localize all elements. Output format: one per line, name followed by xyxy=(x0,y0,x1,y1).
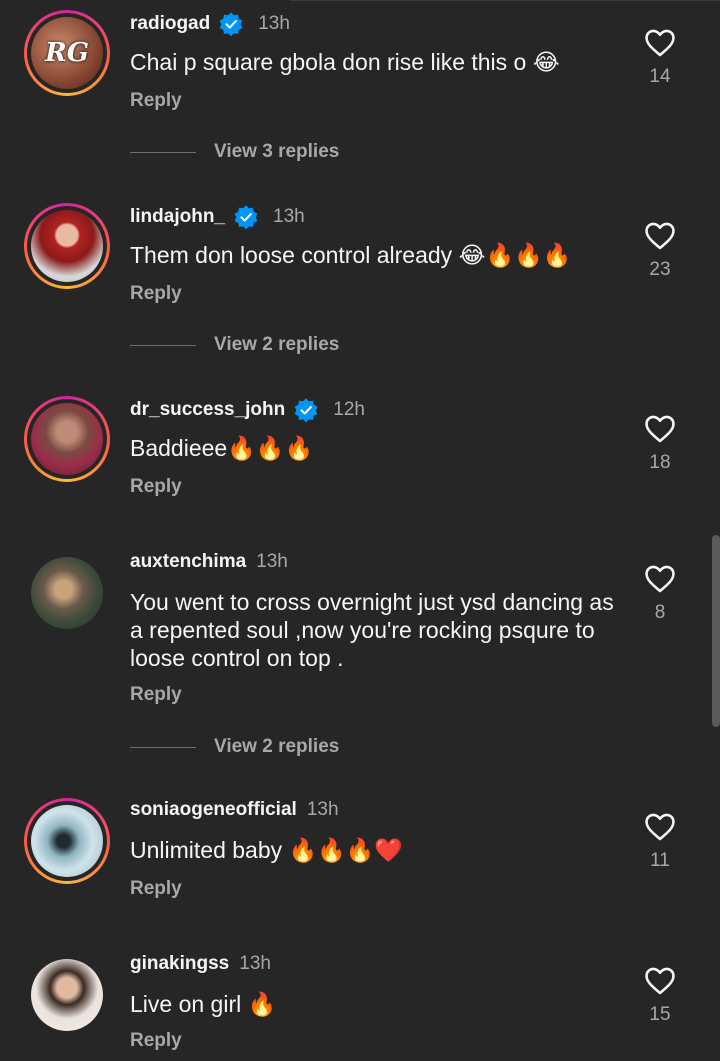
heart-outline-icon[interactable] xyxy=(643,26,677,60)
comment-text: Unlimited baby 🔥🔥🔥❤️ xyxy=(130,837,404,863)
like-count: 18 xyxy=(649,452,671,473)
comment-text: Chai p square gbola don rise like this o… xyxy=(130,49,560,75)
like-count: 14 xyxy=(649,66,671,87)
replies-divider xyxy=(130,746,196,748)
like-button[interactable]: 14 xyxy=(636,26,684,88)
avatar-ginakingss[interactable] xyxy=(24,952,110,1038)
comment-time: 12h xyxy=(333,399,365,420)
reply-button[interactable]: Reply xyxy=(130,283,182,305)
replies-divider xyxy=(130,344,196,346)
view-replies-label: View 2 replies xyxy=(214,736,340,757)
like-button[interactable]: 23 xyxy=(636,219,684,281)
heart-outline-icon[interactable] xyxy=(643,964,677,998)
avatar-radiogad[interactable]: RG xyxy=(24,10,110,96)
verified-badge-icon xyxy=(234,205,258,230)
username[interactable]: auxtenchima xyxy=(130,551,246,573)
like-button[interactable]: 15 xyxy=(636,964,684,1026)
scrollbar-thumb[interactable] xyxy=(712,535,720,727)
like-button[interactable]: 8 xyxy=(636,562,684,624)
avatar-dr-success-john[interactable] xyxy=(24,396,110,482)
like-button[interactable]: 18 xyxy=(636,412,684,474)
comment-time: 13h xyxy=(306,799,339,820)
reply-button[interactable]: Reply xyxy=(130,476,182,498)
like-button[interactable]: 11 xyxy=(636,810,684,872)
comment-text: You went to cross overnight just ysd dan… xyxy=(130,589,614,671)
comment-time: 13h xyxy=(273,206,305,227)
avatar-logo-text: RG xyxy=(45,38,89,68)
heart-outline-icon[interactable] xyxy=(643,219,677,253)
comment-text: Baddieee🔥🔥🔥 xyxy=(130,435,314,461)
reply-button[interactable]: Reply xyxy=(130,878,182,900)
like-count: 8 xyxy=(654,602,666,623)
avatar-auxtenchima[interactable] xyxy=(24,550,110,636)
username[interactable]: dr_success_john xyxy=(130,399,285,421)
username[interactable]: lindajohn_ xyxy=(130,206,225,228)
view-replies-button[interactable]: View 3 replies xyxy=(130,141,339,163)
view-replies-label: View 2 replies xyxy=(214,334,340,355)
view-replies-label: View 3 replies xyxy=(214,141,340,162)
avatar-soniaogeneofficial[interactable] xyxy=(24,798,110,884)
reply-button[interactable]: Reply xyxy=(130,90,182,112)
view-replies-button[interactable]: View 2 replies xyxy=(130,334,339,356)
heart-outline-icon[interactable] xyxy=(643,562,677,596)
comment-time: 13h xyxy=(256,551,288,572)
reply-button[interactable]: Reply xyxy=(130,684,182,706)
view-replies-button[interactable]: View 2 replies xyxy=(130,736,339,758)
username[interactable]: soniaogeneofficial xyxy=(130,799,297,821)
comment-text: Live on girl 🔥 xyxy=(130,991,277,1017)
like-count: 23 xyxy=(649,259,671,280)
verified-badge-icon xyxy=(219,12,243,37)
comment-time: 13h xyxy=(239,953,271,974)
comment-time: 13h xyxy=(258,13,290,34)
replies-divider xyxy=(130,151,196,153)
heart-outline-icon[interactable] xyxy=(643,810,677,844)
reply-button[interactable]: Reply xyxy=(130,1030,182,1052)
username[interactable]: ginakingss xyxy=(130,953,229,975)
verified-badge-icon xyxy=(294,398,318,423)
heart-outline-icon[interactable] xyxy=(643,412,677,446)
top-divider xyxy=(290,0,720,1)
comment-text: Them don loose control already 😂🔥🔥🔥 xyxy=(130,242,572,268)
like-count: 11 xyxy=(650,850,670,871)
avatar-lindajohn[interactable] xyxy=(24,203,110,289)
like-count: 15 xyxy=(649,1004,671,1025)
username[interactable]: radiogad xyxy=(130,13,210,35)
